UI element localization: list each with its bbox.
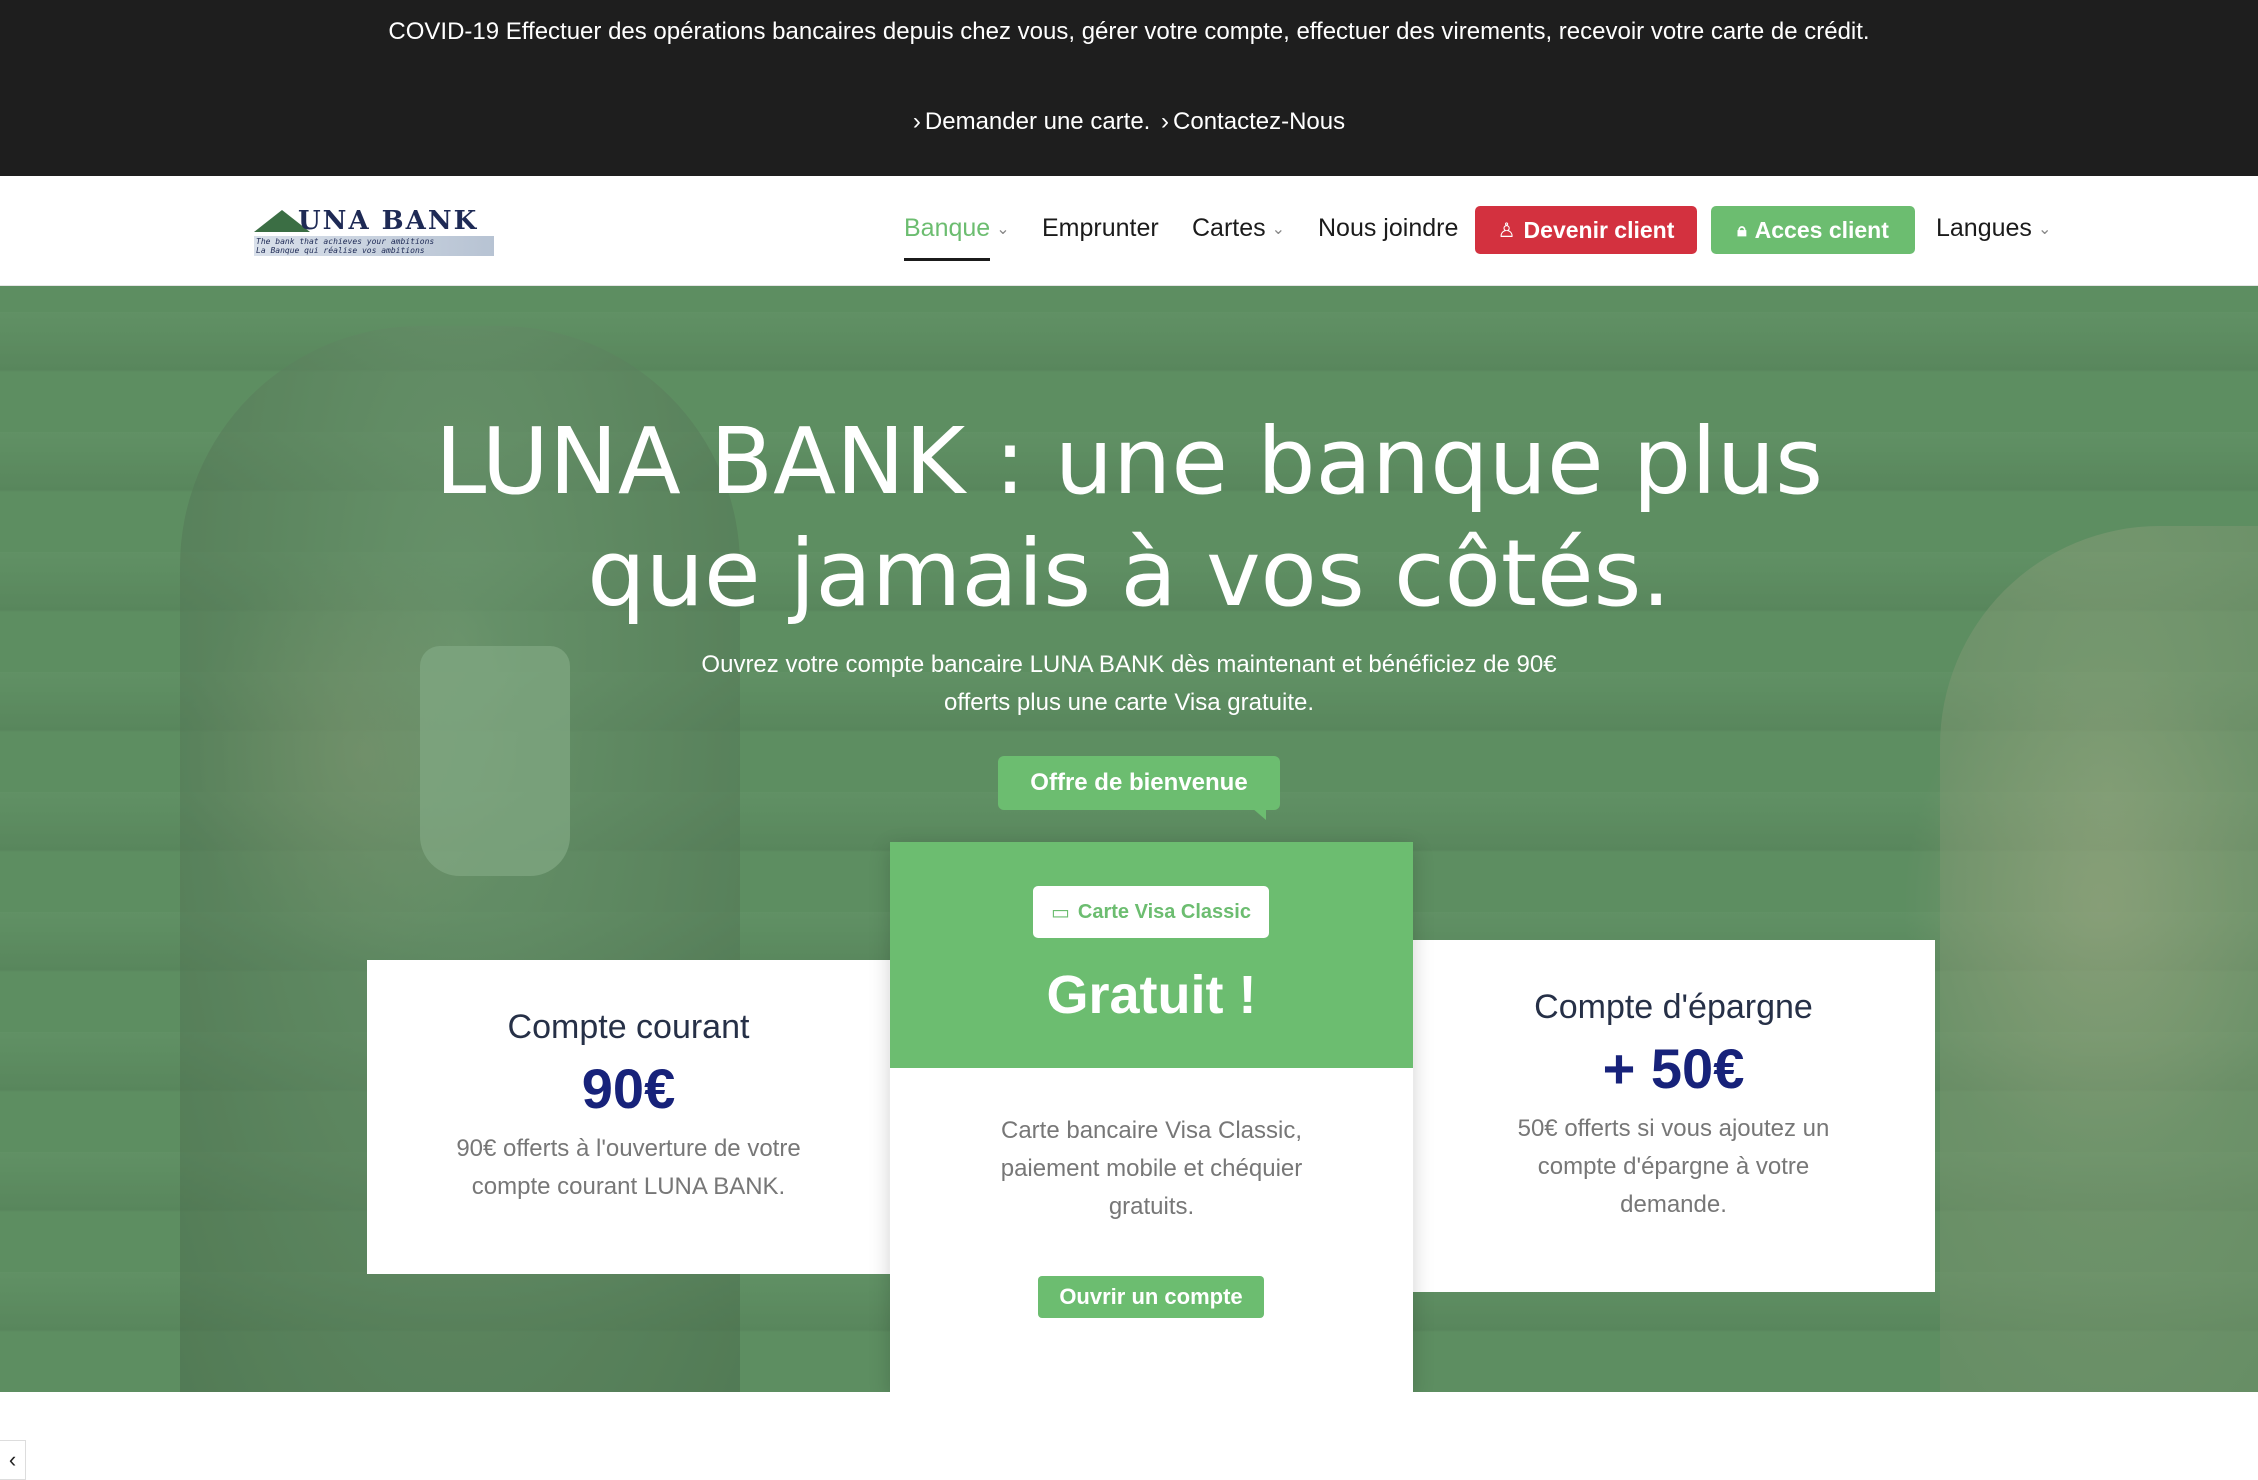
hero-subtitle: Ouvrez votre compte bancaire LUNA BANK d… bbox=[0, 646, 2258, 722]
announcement-links: › Demander une carte. › Contactez-Nous bbox=[0, 108, 2258, 136]
hero-subtitle-line1: Ouvrez votre compte bancaire LUNA BANK d… bbox=[701, 651, 1557, 678]
checking-account-card: Compte courant 90€ 90€ offerts à l'ouver… bbox=[367, 960, 890, 1274]
card-desc-line: gratuits. bbox=[1108, 1193, 1195, 1220]
covid-text: Effectuer des opérations bancaires depui… bbox=[505, 18, 1870, 45]
chevron-left-icon[interactable]: ‹ bbox=[0, 1440, 26, 1480]
hero-title: LUNA BANK : une banque plus que jamais à… bbox=[0, 406, 2258, 630]
chevron-down-icon: ⌄ bbox=[996, 221, 1010, 239]
card-highlight-header: ▭ Carte Visa Classic Gratuit ! bbox=[890, 842, 1413, 1068]
card-description: 50€ offerts si vous ajoutez un compte d'… bbox=[1472, 1110, 1875, 1224]
luna-bank-logo[interactable]: UNA BANK The bank that achieves your amb… bbox=[254, 206, 494, 256]
card-desc-line: compte d'épargne à votre bbox=[1537, 1153, 1810, 1180]
visa-pill-label: Carte Visa Classic bbox=[1077, 900, 1251, 923]
chevron-down-icon: ⌄ bbox=[2037, 221, 2052, 239]
nav-cartes[interactable]: Cartes ⌄ bbox=[1192, 214, 1285, 243]
covid-label: COVID-19 bbox=[388, 18, 500, 45]
card-desc-line: 90€ offerts à l'ouverture de votre bbox=[456, 1135, 801, 1162]
logo-tagline-en: The bank that achieves your ambitions bbox=[256, 237, 435, 246]
chevron-right-icon: › bbox=[912, 108, 921, 135]
nav-langues-label: Langues bbox=[1936, 214, 2032, 242]
nav-emprunter[interactable]: Emprunter bbox=[1042, 214, 1159, 243]
card-title: Compte d'épargne bbox=[1534, 988, 1813, 1026]
hero-title-line1: LUNA BANK : une banque plus bbox=[435, 408, 1823, 515]
lock-icon: 🔒︎ bbox=[1737, 219, 1747, 240]
request-card-link[interactable]: Demander une carte. bbox=[925, 108, 1150, 135]
nav-nous-joindre[interactable]: Nous joindre bbox=[1318, 214, 1458, 243]
announcement-bar: COVID-19 Effectuer des opérations bancai… bbox=[0, 0, 2258, 176]
free-headline: Gratuit ! bbox=[1046, 965, 1257, 1025]
logo-brand: UNA BANK bbox=[298, 206, 479, 236]
badge-tail bbox=[1252, 808, 1266, 820]
nav-active-underline bbox=[904, 258, 990, 261]
become-client-button[interactable]: ♙ Devenir client bbox=[1475, 206, 1697, 254]
visa-classic-card: ▭ Carte Visa Classic Gratuit ! Carte ban… bbox=[890, 842, 1413, 1392]
savings-account-card: Compte d'épargne + 50€ 50€ offerts si vo… bbox=[1412, 940, 1935, 1292]
covid-notice: COVID-19 Effectuer des opérations bancai… bbox=[0, 18, 2258, 46]
card-description: 90€ offerts à l'ouverture de votre compt… bbox=[427, 1130, 830, 1206]
nav-banque-label: Banque bbox=[904, 214, 991, 242]
client-access-label: Acces client bbox=[1754, 216, 1889, 243]
welcome-offer-badge: Offre de bienvenue bbox=[998, 756, 1280, 810]
nav-cartes-label: Cartes bbox=[1192, 214, 1266, 242]
visa-classic-pill: ▭ Carte Visa Classic bbox=[1033, 886, 1269, 938]
card-amount: + 50€ bbox=[1602, 1037, 1745, 1100]
card-desc-line: paiement mobile et chéquier bbox=[1000, 1155, 1303, 1182]
user-icon: ♙ bbox=[1497, 219, 1516, 242]
open-account-button[interactable]: Ouvrir un compte bbox=[1038, 1276, 1264, 1318]
chevron-down-icon: ⌄ bbox=[1271, 221, 1286, 239]
contact-link[interactable]: Contactez-Nous bbox=[1173, 108, 1345, 135]
card-desc-line: demande. bbox=[1620, 1191, 1727, 1218]
card-desc-line: 50€ offerts si vous ajoutez un bbox=[1517, 1115, 1830, 1142]
card-title: Compte courant bbox=[507, 1008, 750, 1046]
hero-subtitle-line2: offerts plus une carte Visa gratuite. bbox=[944, 689, 1314, 716]
chevron-right-icon: › bbox=[1161, 108, 1170, 135]
hero-section: LUNA BANK : une banque plus que jamais à… bbox=[0, 286, 2258, 1392]
client-access-button[interactable]: 🔒︎ Acces client bbox=[1711, 206, 1915, 254]
logo-tagline-fr: La Banque qui réalise vos ambitions bbox=[256, 246, 425, 255]
card-desc-line: Carte bancaire Visa Classic, bbox=[1000, 1117, 1303, 1144]
credit-card-icon: ▭ bbox=[1051, 901, 1070, 924]
card-desc-line: compte courant LUNA BANK. bbox=[471, 1173, 786, 1200]
nav-banque[interactable]: Banque ⌄ bbox=[904, 214, 1010, 243]
hero-title-line2: que jamais à vos côtés. bbox=[587, 520, 1671, 627]
card-description: Carte bancaire Visa Classic, paiement mo… bbox=[950, 1112, 1353, 1226]
card-amount: 90€ bbox=[581, 1057, 676, 1120]
nav-langues[interactable]: Langues ⌄ bbox=[1936, 214, 2051, 243]
become-client-label: Devenir client bbox=[1523, 216, 1675, 243]
